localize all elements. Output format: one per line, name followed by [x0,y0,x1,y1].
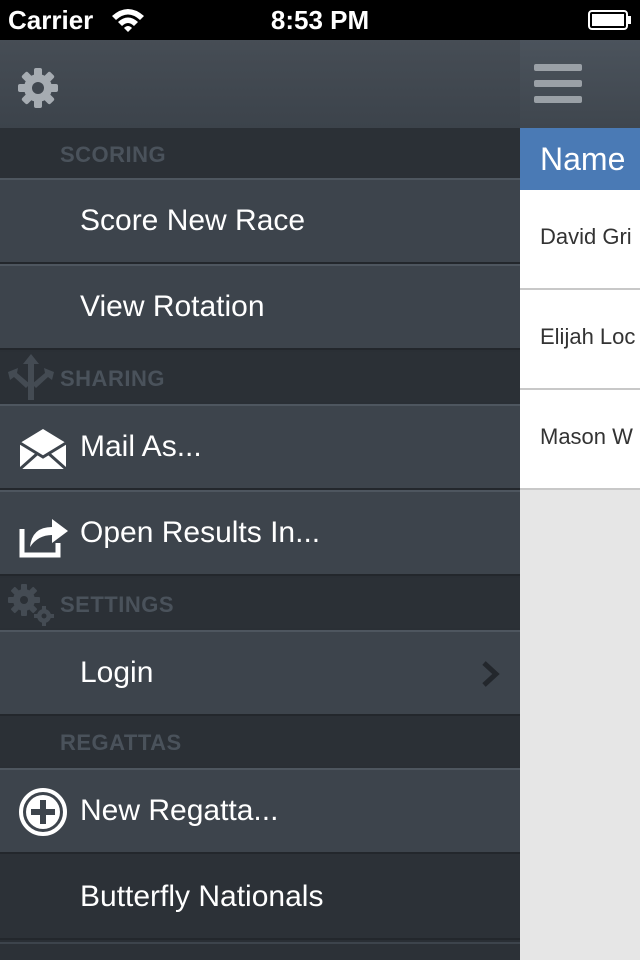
row-name: David Gri [540,224,632,249]
menu-item-label: Butterfly Nationals [80,880,324,913]
menu-item-label: Mail As... [80,430,202,463]
section-label: SHARING [60,366,165,391]
menu-item-label: New Regatta... [80,794,279,827]
section-label: SETTINGS [60,592,175,617]
menu-item-mail-as[interactable]: Mail As... [0,404,520,490]
menu-item-label: Login [80,656,154,689]
menu-item-score-new-race[interactable]: Score New Race [0,178,520,264]
menu-item-butterfly-nationals[interactable]: Butterfly Nationals [0,854,520,940]
menu-item-login[interactable]: Login [0,630,520,716]
menu-item-new-regatta[interactable]: New Regatta... [0,768,520,854]
table-row[interactable]: Elijah Loc [520,290,640,390]
column-header: Name [520,128,640,190]
main-nav-bar [520,40,640,128]
menu-icon[interactable] [534,64,582,104]
menu-item-label: Score New Race [80,204,306,237]
envelope-icon [19,425,67,471]
row-name: Elijah Loc [540,324,636,349]
drawer-header [0,40,520,128]
section-label: REGATTAS [60,730,182,755]
section-label: SCORING [60,142,167,167]
table-row[interactable]: Mason W [520,390,640,490]
menu-item-label: View Rotation [80,290,265,323]
section-header-scoring: SCORING [0,128,520,178]
gear-icon[interactable] [14,64,62,112]
chevron-right-icon [482,661,500,687]
open-in-icon [19,519,68,558]
main-panel: Name David Gri Elijah Loc Mason W [520,40,640,960]
menu-item-view-rotation[interactable]: View Rotation [0,264,520,350]
plus-circle-icon [19,788,67,836]
menu-item-open-results-in[interactable]: Open Results In... [0,490,520,576]
gears-icon [8,584,54,626]
share-arrows-icon [8,354,54,400]
row-name: Mason W [540,424,633,449]
status-bar: Carrier 8:53 PM [0,0,640,40]
clock: 8:53 PM [270,5,370,35]
section-header-regattas: REGATTAS [0,716,520,766]
battery-icon [588,10,631,30]
section-header-settings: SETTINGS [0,578,520,628]
table-row[interactable]: David Gri [520,190,640,290]
section-header-sharing: SHARING [0,352,520,402]
menu-item-partial[interactable] [0,942,520,960]
side-drawer: SCORING Score New Race View Rotation SHA… [0,40,520,960]
menu-item-label: Open Results In... [80,516,321,549]
column-header-name: Name [540,141,626,177]
